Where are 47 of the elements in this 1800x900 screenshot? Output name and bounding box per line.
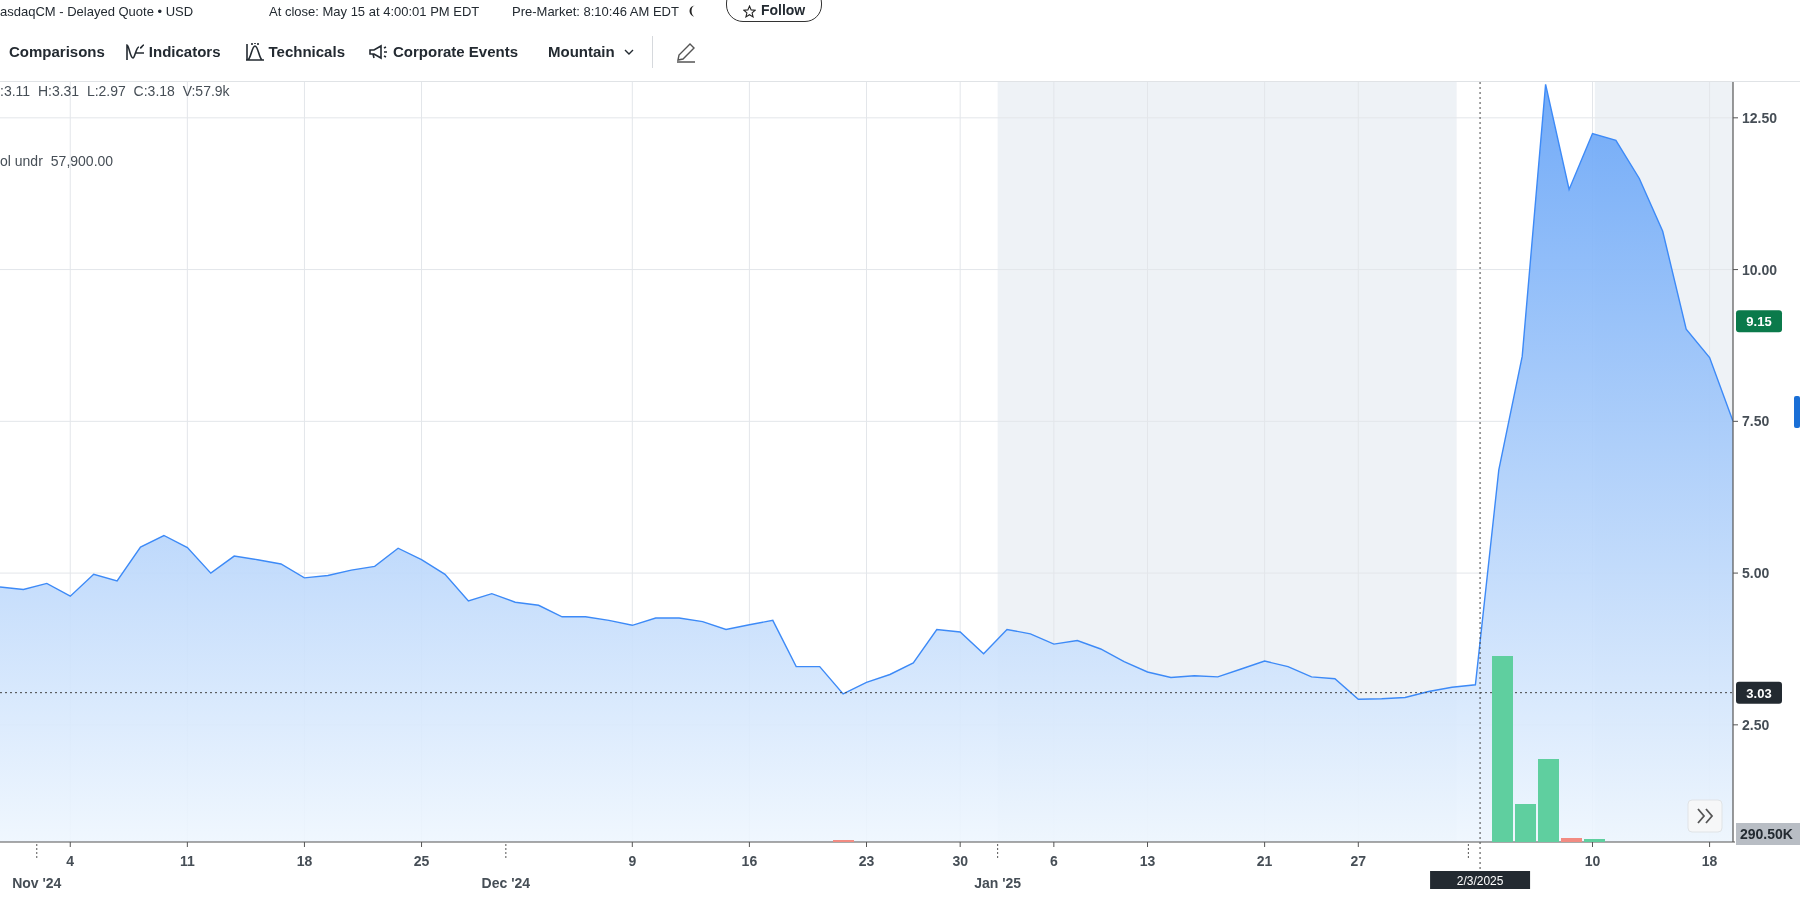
quote-source-text: asdaqCM - Delayed Quote • USD <box>0 3 195 19</box>
events-button[interactable]: Corporate Events <box>368 43 518 60</box>
crosshair-date-tag: 2/3/2025 <box>1430 871 1531 889</box>
comparisons-button[interactable]: Comparisons <box>9 43 105 60</box>
caret-icon <box>623 48 634 55</box>
x-axis-label: 10 <box>1584 853 1601 869</box>
volume-tag: 290.50K <box>1736 823 1800 845</box>
month-label: Jan '25 <box>974 875 1022 891</box>
y-axis-label: 10.00 <box>1742 261 1778 278</box>
x-axis-label: 27 <box>1350 853 1367 869</box>
chart-type-dropdown[interactable]: Mountain <box>548 43 634 60</box>
bell-curve-icon <box>244 41 265 62</box>
x-axis-label: 13 <box>1139 853 1156 869</box>
month-label: Dec '24 <box>481 875 531 891</box>
x-axis-label: 18 <box>296 853 313 869</box>
y-axis-label: 12.50 <box>1742 109 1778 126</box>
y-axis-label: 2.50 <box>1742 716 1770 733</box>
x-axis-label: 9 <box>628 853 637 869</box>
x-axis-label: 25 <box>413 853 430 869</box>
x-axis-label: 30 <box>952 853 968 869</box>
x-axis-label: 23 <box>858 853 875 869</box>
premarket-time-text: Pre-Market: 8:10:46 AM EDT <box>512 3 679 19</box>
megaphone-icon <box>368 43 389 60</box>
current-price-tag: 9.15 <box>1736 310 1782 333</box>
y-axis-label: 7.50 <box>1742 413 1770 430</box>
volume-label: ol undr <box>0 153 43 169</box>
side-panel-handle-icon[interactable] <box>1794 396 1800 428</box>
follow-button[interactable]: Follow <box>725 0 823 22</box>
month-label: Nov '24 <box>12 875 62 891</box>
technicals-button[interactable]: Technicals <box>244 41 345 62</box>
x-axis-label: 18 <box>1701 853 1718 869</box>
wave-icon <box>124 42 145 61</box>
y-axis-label: 5.00 <box>1742 565 1770 582</box>
x-axis-label: 21 <box>1256 853 1273 869</box>
x-axis-label: 6 <box>1049 853 1058 869</box>
pencil-icon[interactable] <box>674 40 697 63</box>
ref-line-label: 3.03 <box>1746 685 1772 701</box>
scroll-forward-button[interactable] <box>1687 799 1723 833</box>
close-time-text: At close: May 15 at 4:00:01 PM EDT <box>269 3 481 19</box>
ohlcv-readout: :3.11 H:3.31 L:2.97 C:3.18 V:57.9k <box>0 83 230 99</box>
x-axis-label: 16 <box>741 853 758 869</box>
indicators-button[interactable]: Indicators <box>124 42 221 61</box>
x-axis-label: 4 <box>66 853 75 869</box>
x-axis-label: 11 <box>179 853 195 869</box>
volume-value: 57,900.00 <box>50 153 114 169</box>
previous-close-tag: 3.03 <box>1736 681 1782 704</box>
star-icon <box>742 5 756 18</box>
